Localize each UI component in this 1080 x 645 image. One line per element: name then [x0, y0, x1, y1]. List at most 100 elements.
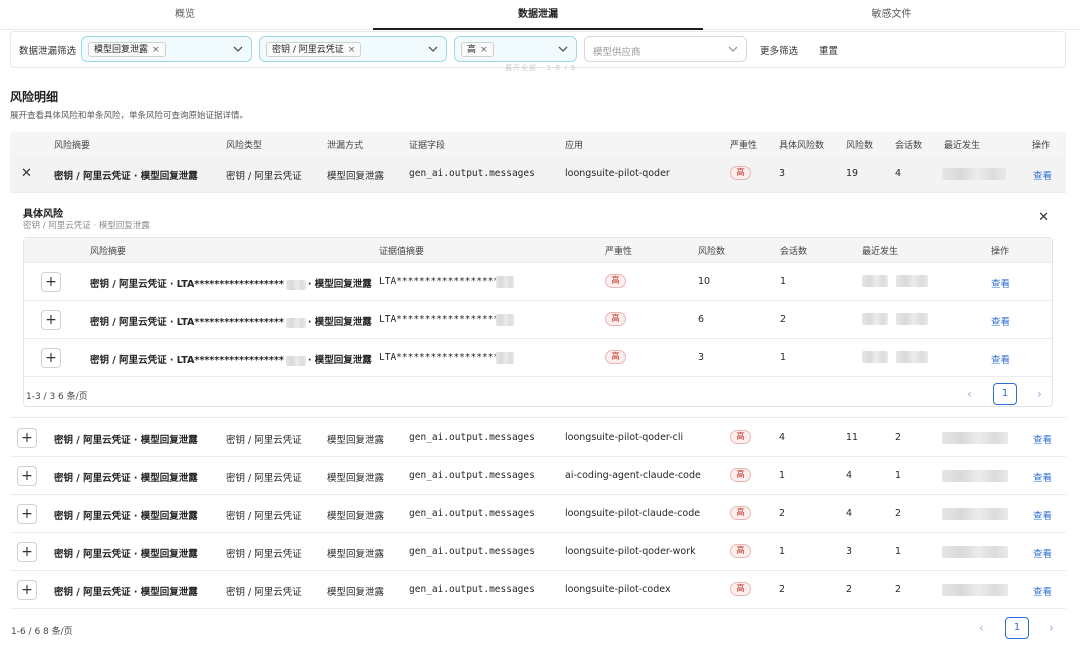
model-vendor-select[interactable]: 模型供应商 — [584, 36, 747, 62]
session-count: 1 — [780, 276, 787, 287]
view-link[interactable]: 查看 — [991, 314, 1010, 328]
severity-badge: 高 — [605, 274, 626, 288]
last-occurred-redacted — [896, 351, 928, 363]
evidence-redacted — [496, 314, 514, 326]
section-description: 展开查看具体风险和单条风险，单条风险可查询原始证据详情。 — [10, 111, 249, 121]
detail-summary: 密钥 / 阿里云凭证 · LTA****************** · 模型回复… — [90, 317, 372, 328]
evidence-value: LTA****************** — [379, 314, 500, 325]
severity-badge: 高 — [730, 506, 751, 520]
view-link[interactable]: 查看 — [1033, 546, 1052, 560]
session-count: 4 — [895, 168, 902, 179]
tab-bar: 概览 数据泄漏 敏感文件 — [0, 0, 1080, 30]
severity-select[interactable]: 高 × — [454, 36, 577, 62]
severity-badge: 高 — [730, 468, 751, 482]
view-link[interactable]: 查看 — [1033, 470, 1052, 484]
session-count: 2 — [895, 584, 902, 595]
table-row[interactable]: + 密钥 / 阿里云凭证 · 模型回复泄露 密钥 / 阿里云凭证 模型回复泄露 … — [10, 457, 1066, 495]
tab-data-leak[interactable]: 数据泄漏 — [373, 0, 703, 30]
session-count: 2 — [895, 432, 902, 443]
specific-count: 1 — [779, 470, 786, 481]
chevron-down-icon — [233, 46, 243, 52]
col-specific: 具体风险数 — [779, 141, 825, 151]
col-leak: 泄漏方式 — [327, 141, 364, 151]
leak-method: 模型回复泄露 — [327, 171, 385, 182]
evidence-field: gen_ai.output.messages — [409, 584, 535, 595]
last-occurred-redacted — [896, 313, 928, 325]
risk-count: 19 — [846, 168, 859, 179]
plus-icon[interactable]: + — [17, 542, 37, 562]
chevron-left-icon[interactable]: ‹ — [979, 621, 984, 635]
collapse-icon[interactable]: ✕ — [21, 166, 32, 181]
col-app: 应用 — [565, 141, 584, 151]
plus-icon[interactable]: + — [41, 310, 61, 330]
plus-icon[interactable]: + — [17, 428, 37, 448]
chip-label: 模型回复泄露 — [94, 45, 149, 55]
col-severity: 严重性 — [730, 141, 758, 151]
plus-icon[interactable]: + — [17, 504, 37, 524]
view-link[interactable]: 查看 — [1033, 508, 1052, 522]
col-field: 证据字段 — [409, 141, 446, 151]
table-row[interactable]: + 密钥 / 阿里云凭证 · 模型回复泄露 密钥 / 阿里云凭证 模型回复泄露 … — [10, 533, 1066, 571]
last-occurred-redacted — [942, 584, 1008, 596]
risk-summary: 密钥 / 阿里云凭证 · 模型回复泄露 — [54, 587, 198, 598]
view-link[interactable]: 查看 — [1033, 432, 1052, 446]
table-row[interactable]: ✕ 密钥 / 阿里云凭证 · 模型回复泄露 密钥 / 阿里云凭证 模型回复泄露 … — [10, 155, 1066, 193]
view-link[interactable]: 查看 — [991, 276, 1010, 290]
last-occurred-redacted — [896, 275, 928, 287]
ghost-text: 展开全部 · 1-6 / 6 — [505, 64, 577, 72]
chevron-right-icon[interactable]: › — [1049, 621, 1054, 635]
severity-badge: 高 — [605, 312, 626, 326]
chip-remove-icon[interactable]: × — [480, 45, 488, 55]
risk-count: 10 — [698, 276, 711, 287]
chevron-down-icon — [558, 46, 568, 52]
leak-method-select[interactable]: 模型回复泄露 × — [81, 36, 252, 62]
chip-remove-icon[interactable]: × — [152, 45, 160, 55]
table-row[interactable]: + 密钥 / 阿里云凭证 · 模型回复泄露 密钥 / 阿里云凭证 模型回复泄露 … — [10, 419, 1066, 457]
col-summary: 风险摘要 — [54, 141, 91, 151]
detail-row[interactable]: + 密钥 / 阿里云凭证 · LTA****************** · 模型… — [24, 339, 1052, 377]
view-link[interactable]: 查看 — [1033, 168, 1052, 182]
tab-overview[interactable]: 概览 — [0, 0, 370, 30]
plus-icon[interactable]: + — [41, 272, 61, 292]
last-occurred-redacted — [862, 351, 888, 363]
chevron-right-icon[interactable]: › — [1037, 387, 1042, 401]
risk-count: 11 — [846, 432, 859, 443]
risk-summary: 密钥 / 阿里云凭证 · 模型回复泄露 — [54, 549, 198, 560]
plus-icon[interactable]: + — [41, 348, 61, 368]
more-filters-button[interactable]: 更多筛选 — [760, 43, 798, 57]
detail-table-header: 风险摘要 证据值摘要 严重性 风险数 会话数 最近发生 操作 — [24, 238, 1052, 263]
view-link[interactable]: 查看 — [991, 352, 1010, 366]
detail-summary: 密钥 / 阿里云凭证 · LTA****************** · 模型回复… — [90, 355, 372, 366]
risk-count: 3 — [698, 352, 705, 363]
risk-count: 4 — [846, 470, 853, 481]
vendor-placeholder: 模型供应商 — [593, 47, 641, 58]
detail-row[interactable]: + 密钥 / 阿里云凭证 · LTA****************** · 模型… — [24, 301, 1052, 339]
tab-sensitive-files[interactable]: 敏感文件 — [703, 0, 1080, 30]
plus-icon[interactable]: + — [17, 580, 37, 600]
close-icon[interactable]: ✕ — [1038, 210, 1049, 225]
chip-remove-icon[interactable]: × — [348, 45, 356, 55]
chevron-down-icon — [428, 46, 438, 52]
detail-row[interactable]: + 密钥 / 阿里云凭证 · LTA****************** · 模型… — [24, 263, 1052, 301]
evidence-field: gen_ai.output.messages — [409, 470, 535, 481]
risk-count: 4 — [846, 508, 853, 519]
col-type: 风险类型 — [226, 141, 263, 151]
detail-pagination-info: 1-3 / 3 6 条/页 — [26, 392, 88, 402]
detail-table: 风险摘要 证据值摘要 严重性 风险数 会话数 最近发生 操作 + 密钥 / 阿里… — [23, 237, 1053, 407]
table-row[interactable]: + 密钥 / 阿里云凭证 · 模型回复泄露 密钥 / 阿里云凭证 模型回复泄露 … — [10, 495, 1066, 533]
table-row[interactable]: + 密钥 / 阿里云凭证 · 模型回复泄露 密钥 / 阿里云凭证 模型回复泄露 … — [10, 571, 1066, 609]
specific-count: 1 — [779, 546, 786, 557]
app-name: loongsuite-pilot-qoder-cli — [565, 432, 684, 443]
page-current[interactable]: 1 — [1005, 617, 1029, 639]
plus-icon[interactable]: + — [17, 466, 37, 486]
leak-method: 模型回复泄露 — [327, 473, 385, 484]
risk-type-select[interactable]: 密钥 / 阿里云凭证 × — [259, 36, 447, 62]
specific-count: 2 — [779, 584, 786, 595]
chevron-left-icon[interactable]: ‹ — [967, 387, 972, 401]
risk-type: 密钥 / 阿里云凭证 — [226, 171, 302, 182]
detail-page-current[interactable]: 1 — [993, 383, 1017, 405]
dcol-severity: 严重性 — [605, 247, 633, 257]
evidence-redacted — [496, 352, 514, 364]
view-link[interactable]: 查看 — [1033, 584, 1052, 598]
reset-button[interactable]: 重置 — [819, 43, 838, 57]
